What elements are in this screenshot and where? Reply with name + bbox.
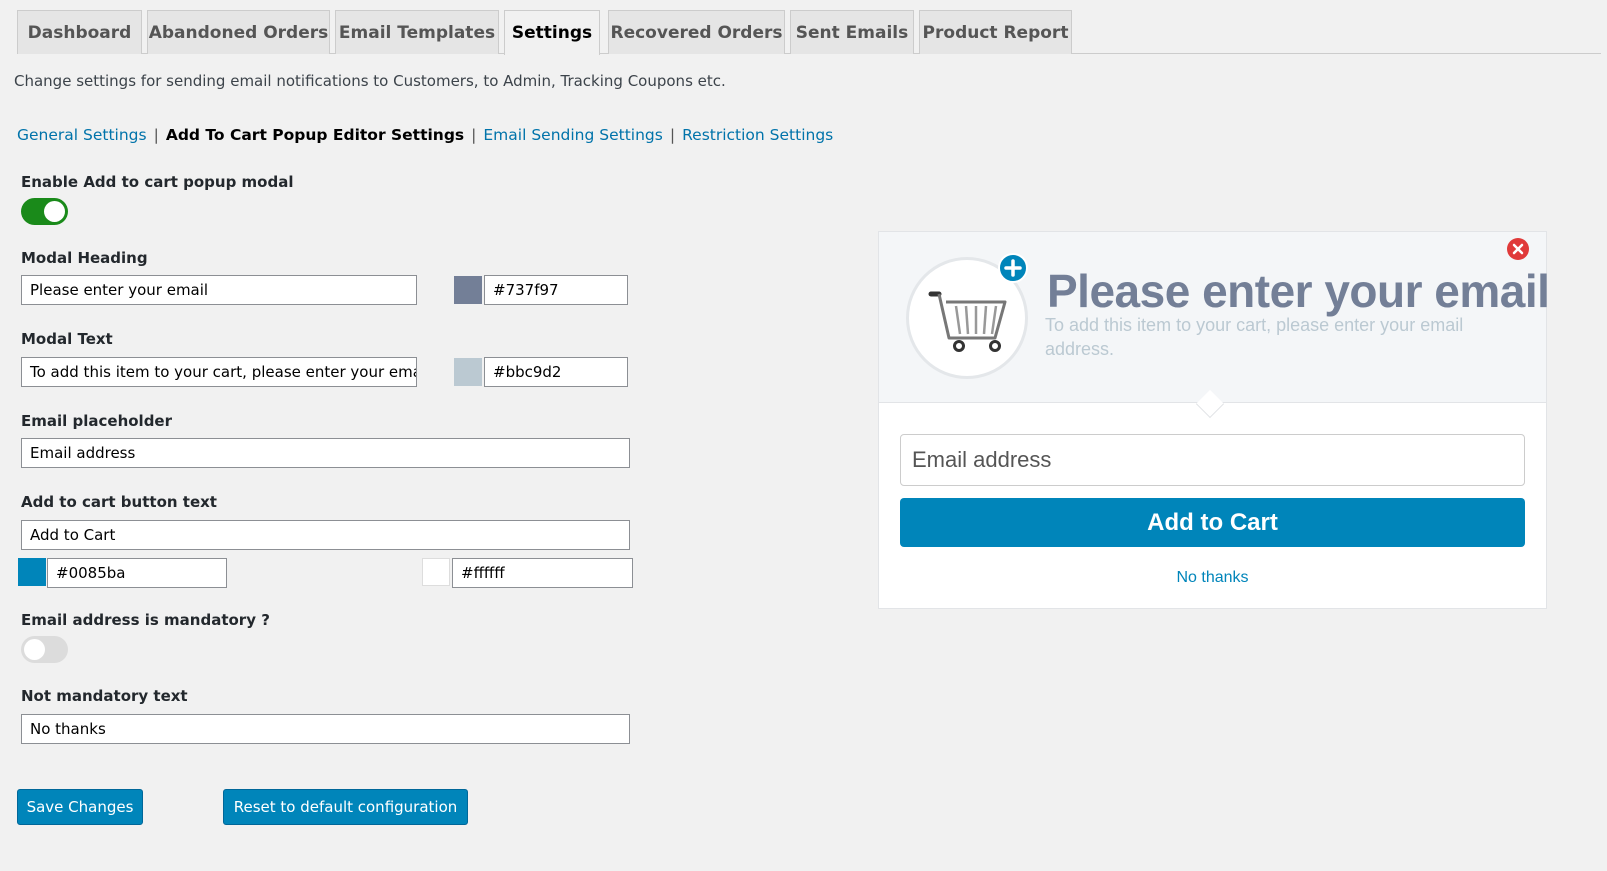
enable-modal-label: Enable Add to cart popup modal bbox=[21, 173, 294, 191]
subnav-popup-editor-settings[interactable]: Add To Cart Popup Editor Settings bbox=[166, 126, 464, 144]
plus-icon bbox=[998, 253, 1028, 283]
popup-email-input[interactable]: Email address bbox=[900, 434, 1525, 486]
email-mandatory-toggle[interactable] bbox=[21, 636, 68, 663]
subnav-restriction-settings[interactable]: Restriction Settings bbox=[682, 126, 833, 144]
reset-defaults-button[interactable]: Reset to default configuration bbox=[223, 789, 468, 825]
settings-description: Change settings for sending email notifi… bbox=[14, 72, 726, 90]
modal-heading-input[interactable]: Please enter your email bbox=[21, 275, 417, 305]
tab-sent-emails[interactable]: Sent Emails bbox=[790, 10, 914, 54]
subnav-separator: | bbox=[471, 126, 477, 144]
modal-heading-label: Modal Heading bbox=[21, 249, 148, 267]
popup-heading: Please enter your email bbox=[1047, 265, 1550, 317]
toggle-knob bbox=[44, 201, 65, 222]
modal-text-color-input[interactable]: #bbc9d2 bbox=[484, 357, 628, 387]
button-text-label: Add to cart button text bbox=[21, 493, 217, 511]
subnav-general-settings[interactable]: General Settings bbox=[17, 126, 147, 144]
email-placeholder-input[interactable]: Email address bbox=[21, 438, 630, 468]
tab-recovered-orders[interactable]: Recovered Orders bbox=[608, 10, 785, 54]
save-changes-button[interactable]: Save Changes bbox=[17, 789, 143, 825]
button-text-color-input[interactable]: #ffffff bbox=[452, 558, 633, 588]
tab-abandoned-orders[interactable]: Abandoned Orders bbox=[147, 10, 330, 54]
toggle-knob bbox=[24, 639, 45, 660]
nav-tabs: Dashboard Abandoned Orders Email Templat… bbox=[17, 10, 1601, 55]
popup-no-thanks-link[interactable]: No thanks bbox=[879, 569, 1546, 587]
modal-text-input[interactable]: To add this item to your cart, please en… bbox=[21, 357, 417, 387]
button-text-input[interactable]: Add to Cart bbox=[21, 520, 630, 550]
modal-heading-color-swatch[interactable] bbox=[454, 276, 482, 304]
tab-settings[interactable]: Settings bbox=[504, 10, 600, 55]
not-mandatory-text-input[interactable]: No thanks bbox=[21, 714, 630, 744]
subnav-separator: | bbox=[153, 126, 159, 144]
modal-text-color-swatch[interactable] bbox=[454, 358, 482, 386]
button-bg-color-input[interactable]: #0085ba bbox=[47, 558, 227, 588]
popup-preview: Please enter your email To add this item… bbox=[878, 231, 1550, 609]
email-mandatory-label: Email address is mandatory ? bbox=[21, 611, 270, 629]
tab-email-templates[interactable]: Email Templates bbox=[335, 10, 499, 54]
subnav-email-sending-settings[interactable]: Email Sending Settings bbox=[483, 126, 662, 144]
button-text-color-swatch[interactable] bbox=[422, 558, 450, 586]
tab-product-report[interactable]: Product Report bbox=[919, 10, 1072, 54]
tab-dashboard[interactable]: Dashboard bbox=[17, 10, 142, 54]
close-icon[interactable] bbox=[1507, 238, 1529, 260]
popup-add-to-cart-button[interactable]: Add to Cart bbox=[900, 498, 1525, 547]
subnav-separator: | bbox=[669, 126, 676, 144]
modal-heading-color-input[interactable]: #737f97 bbox=[484, 275, 628, 305]
enable-modal-toggle[interactable] bbox=[21, 198, 68, 225]
button-bg-color-swatch[interactable] bbox=[18, 558, 46, 586]
settings-subnav: General Settings | Add To Cart Popup Edi… bbox=[17, 126, 833, 144]
settings-page: Dashboard Abandoned Orders Email Templat… bbox=[0, 0, 1607, 871]
popup-text: To add this item to your cart, please en… bbox=[1045, 315, 1464, 359]
popup-preview-header: Please enter your email To add this item… bbox=[879, 232, 1550, 403]
email-placeholder-label: Email placeholder bbox=[21, 412, 173, 430]
modal-text-label: Modal Text bbox=[21, 330, 113, 348]
not-mandatory-text-label: Not mandatory text bbox=[21, 687, 188, 705]
